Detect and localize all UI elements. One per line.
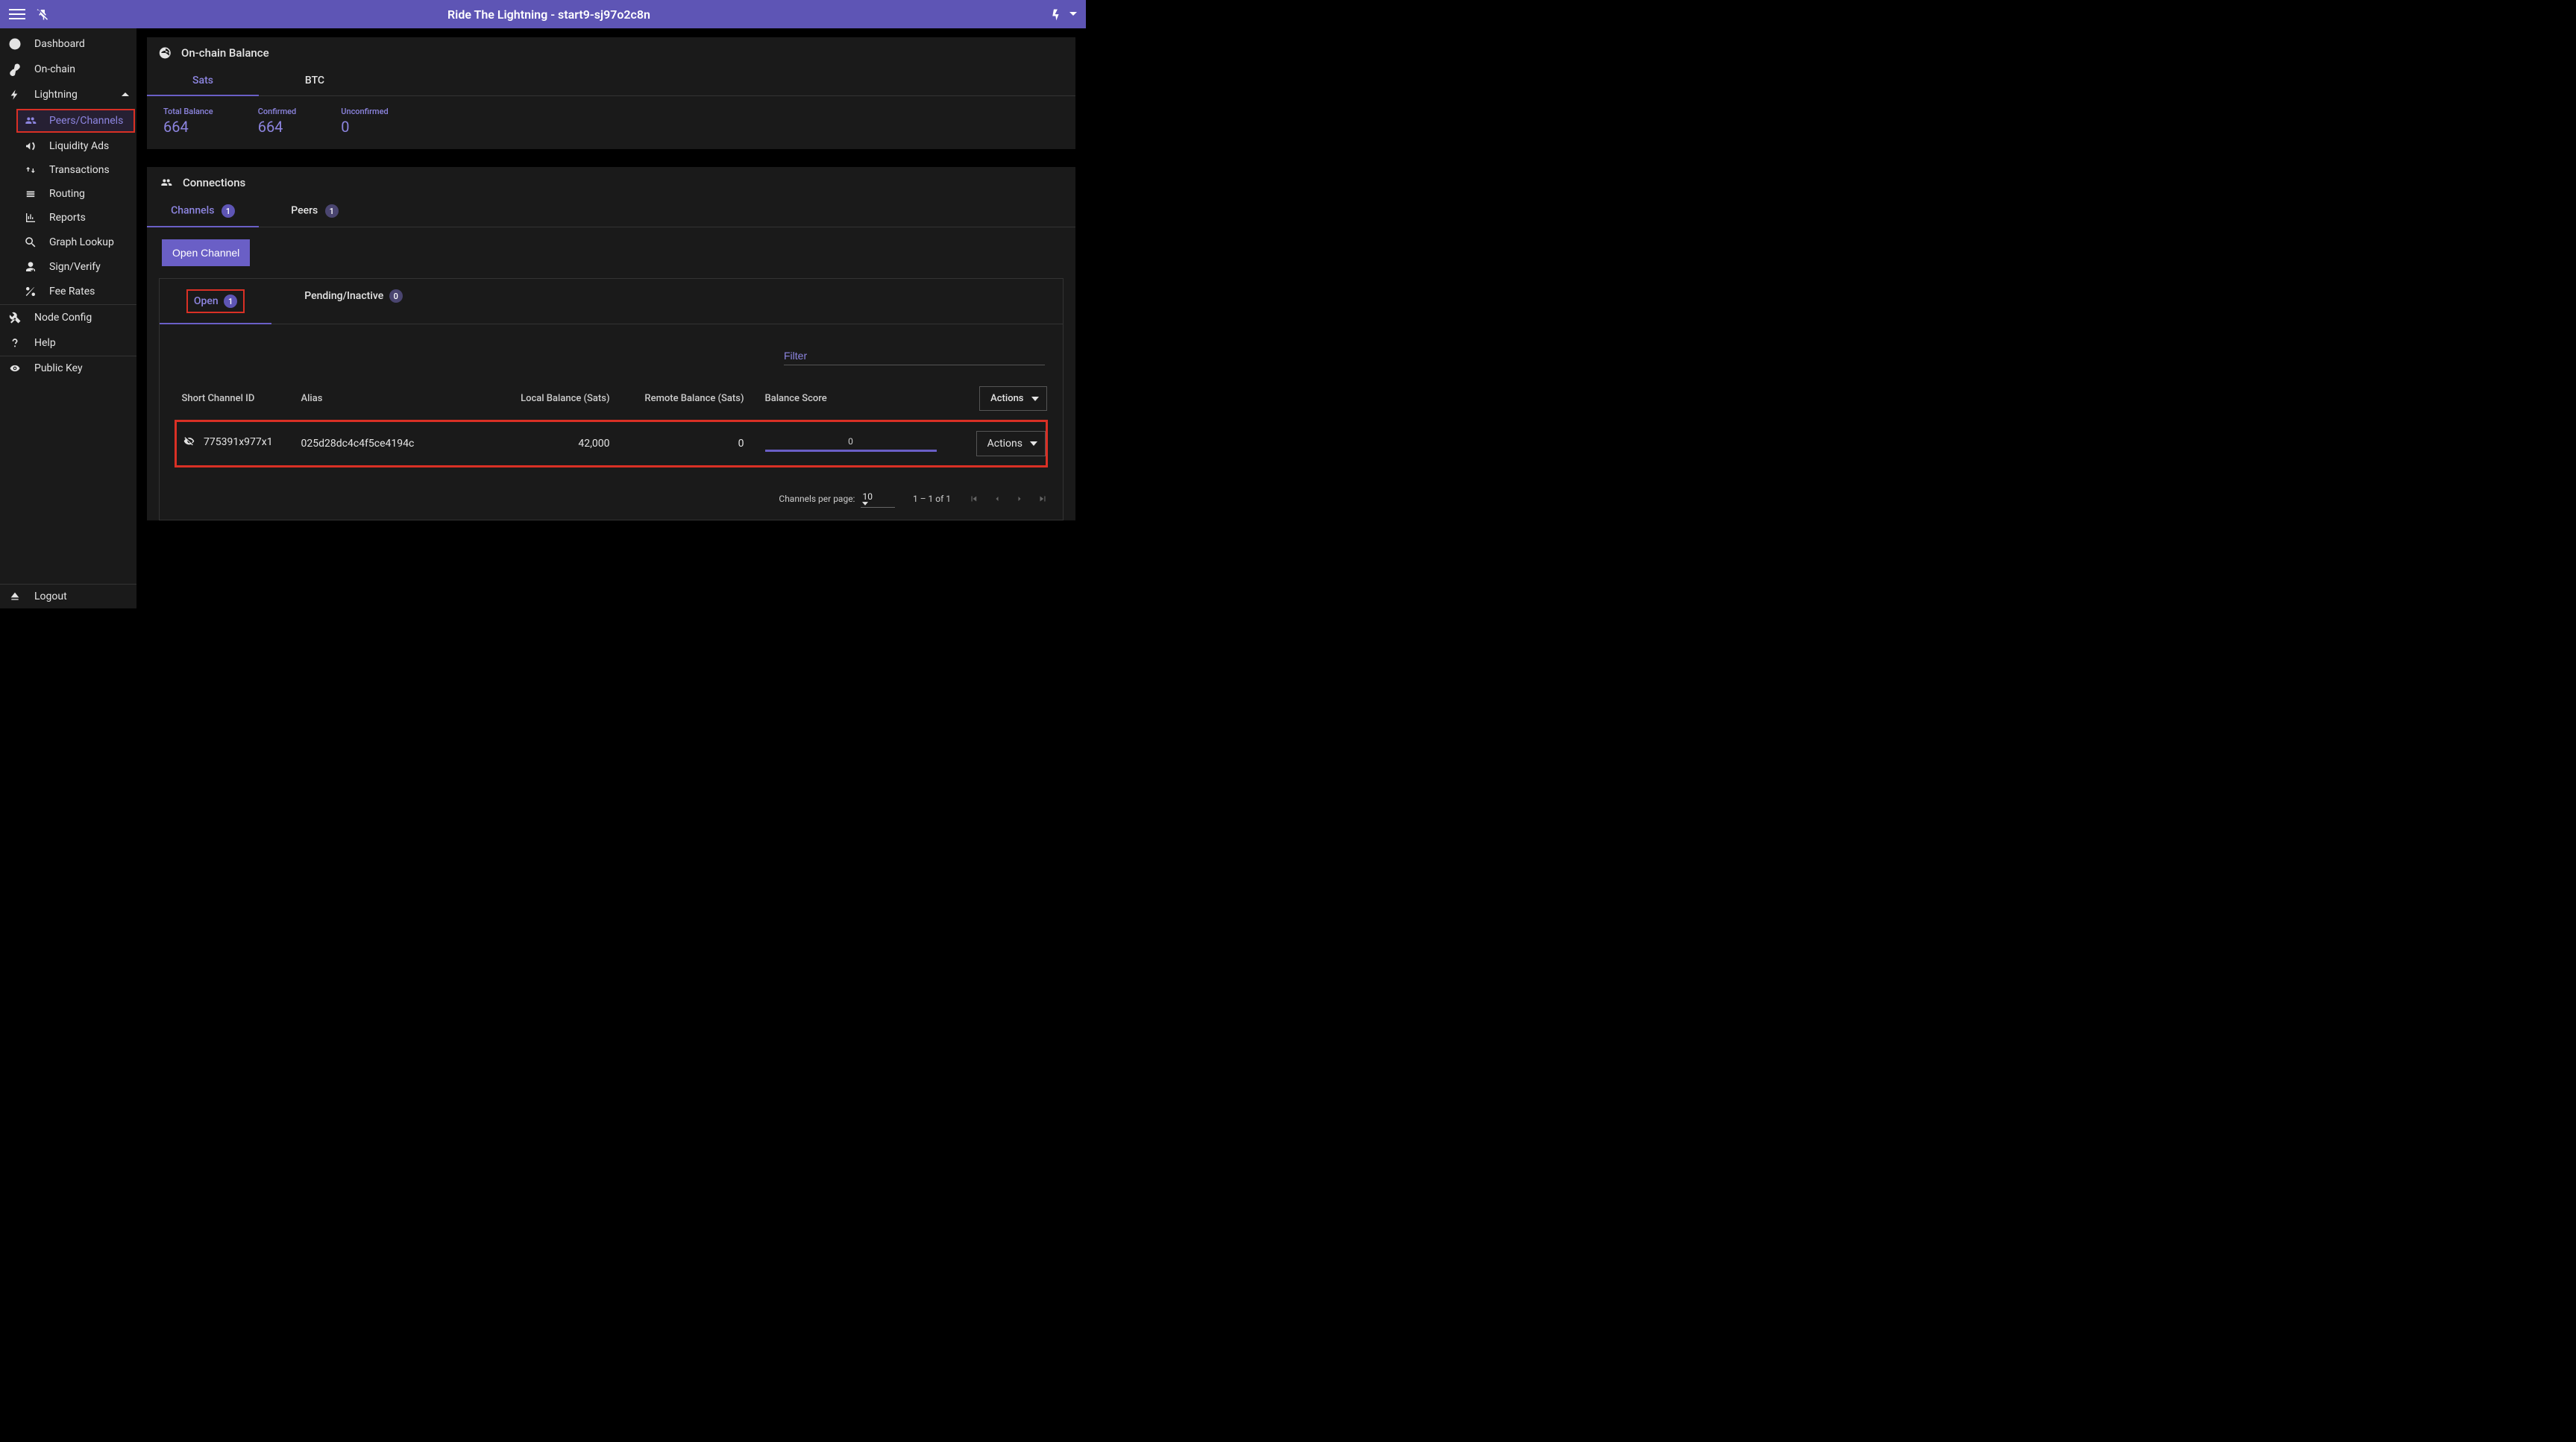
actions-header-dropdown[interactable]: Actions: [979, 386, 1046, 411]
connections-panel: Connections Channels 1 Peers 1 Open Chan…: [147, 167, 1075, 520]
sidebar-item-routing[interactable]: Routing: [0, 182, 136, 206]
search-icon: [22, 236, 39, 249]
sidebar-item-help[interactable]: Help: [0, 330, 136, 356]
tools-icon: [6, 311, 24, 324]
pin-off-icon[interactable]: [36, 7, 49, 21]
sidebar-item-lightning[interactable]: Lightning: [0, 82, 136, 107]
peers-icon: [22, 115, 39, 127]
bolt-icon: [6, 88, 24, 101]
tab-sats[interactable]: Sats: [147, 66, 259, 95]
page-size-select[interactable]: 10: [861, 490, 895, 508]
menu-toggle-button[interactable]: [9, 9, 25, 19]
chain-icon: [6, 63, 24, 76]
cell-alias: 025d28dc4c4f5ce4194c: [295, 421, 474, 467]
megaphone-icon: [22, 140, 39, 152]
sidebar-item-liquidity-ads[interactable]: Liquidity Ads: [0, 134, 136, 158]
chevron-down-icon: [862, 502, 883, 506]
pending-count-badge: 0: [389, 289, 403, 303]
lightning-icon: [1049, 7, 1065, 21]
col-score[interactable]: Balance Score: [750, 377, 943, 421]
topbar: Ride The Lightning - start9-sj97o2c8n: [0, 0, 1086, 28]
chevron-up-icon: [122, 91, 129, 98]
sidebar-item-dashboard[interactable]: Dashboard: [0, 31, 136, 57]
open-channel-button[interactable]: Open Channel: [162, 239, 250, 266]
paginator: Channels per page: 10 1 – 1 of 1: [160, 482, 1063, 520]
swap-icon: [22, 164, 39, 176]
sidebar-item-transactions[interactable]: Transactions: [0, 158, 136, 182]
help-icon: [6, 336, 24, 350]
sidebar-item-public-key[interactable]: Public Key: [0, 356, 136, 380]
sidebar-item-fee-rates[interactable]: Fee Rates: [0, 279, 136, 304]
channels-table: Short Channel ID Alias Local Balance (Sa…: [175, 377, 1048, 467]
balance-unconfirmed: Unconfirmed 0: [341, 107, 388, 136]
sidebar-item-onchain[interactable]: On-chain: [0, 57, 136, 82]
col-actions: Actions: [943, 377, 1047, 421]
col-short-id[interactable]: Short Channel ID: [176, 377, 295, 421]
open-count-badge: 1: [224, 295, 237, 308]
eject-icon: [6, 591, 24, 602]
cell-local: 42,000: [474, 421, 616, 467]
app-title: Ride The Lightning - start9-sj97o2c8n: [49, 7, 1049, 22]
panel-title: On-chain Balance: [181, 46, 269, 60]
tab-channels[interactable]: Channels 1: [147, 195, 259, 227]
sidebar: Dashboard On-chain Lightning Peers/Chann…: [0, 28, 136, 608]
row-actions-dropdown[interactable]: Actions: [976, 431, 1046, 456]
signature-icon: [22, 261, 39, 273]
panel-title: Connections: [183, 176, 245, 189]
pie-icon: [159, 46, 172, 60]
eye-icon: [6, 363, 24, 374]
cell-short-id: 775391x977x1: [204, 436, 273, 448]
tab-btc[interactable]: BTC: [259, 66, 371, 95]
last-page-button[interactable]: [1037, 494, 1048, 504]
chevron-down-icon: [1069, 10, 1077, 18]
sidebar-item-graph-lookup[interactable]: Graph Lookup: [0, 230, 136, 255]
onchain-balance-panel: On-chain Balance Sats BTC Total Balance …: [147, 37, 1075, 149]
sidebar-item-peers-channels[interactable]: Peers/Channels: [16, 109, 135, 133]
channels-count-badge: 1: [222, 204, 235, 218]
balance-score-bar: 0: [765, 436, 937, 452]
col-alias[interactable]: Alias: [295, 377, 474, 421]
next-page-button[interactable]: [1015, 494, 1024, 504]
peers-count-badge: 1: [325, 204, 339, 218]
table-row[interactable]: 775391x977x1 025d28dc4c4f5ce4194c 42,000…: [176, 421, 1047, 467]
first-page-button[interactable]: [969, 494, 979, 504]
sidebar-item-reports[interactable]: Reports: [0, 206, 136, 230]
balance-confirmed: Confirmed 664: [258, 107, 297, 136]
per-page-label: Channels per page:: [779, 494, 855, 504]
eye-off-icon: [183, 436, 196, 448]
cell-remote: 0: [616, 421, 750, 467]
routing-icon: [22, 189, 39, 199]
col-remote[interactable]: Remote Balance (Sats): [616, 377, 750, 421]
page-range: 1 – 1 of 1: [913, 494, 951, 504]
prev-page-button[interactable]: [993, 494, 1002, 504]
inner-tab-open[interactable]: Open 1: [160, 279, 271, 324]
inner-tab-pending[interactable]: Pending/Inactive 0: [271, 279, 436, 324]
tab-peers[interactable]: Peers 1: [259, 195, 371, 227]
gauge-icon: [6, 37, 24, 51]
balance-total: Total Balance 664: [163, 107, 213, 136]
sidebar-item-node-config[interactable]: Node Config: [0, 305, 136, 330]
node-switcher[interactable]: [1049, 7, 1077, 21]
channels-inner-panel: Open 1 Pending/Inactive 0: [159, 278, 1064, 520]
sidebar-item-logout[interactable]: Logout: [0, 585, 136, 608]
percent-icon: [22, 285, 39, 298]
sidebar-item-sign-verify[interactable]: Sign/Verify: [0, 255, 136, 279]
chevron-down-icon: [1031, 397, 1039, 401]
col-local[interactable]: Local Balance (Sats): [474, 377, 616, 421]
filter-input[interactable]: [784, 347, 1045, 365]
peers-icon: [159, 177, 174, 189]
main-content: On-chain Balance Sats BTC Total Balance …: [136, 28, 1086, 608]
chevron-down-icon: [1030, 441, 1037, 446]
chart-icon: [22, 212, 39, 224]
